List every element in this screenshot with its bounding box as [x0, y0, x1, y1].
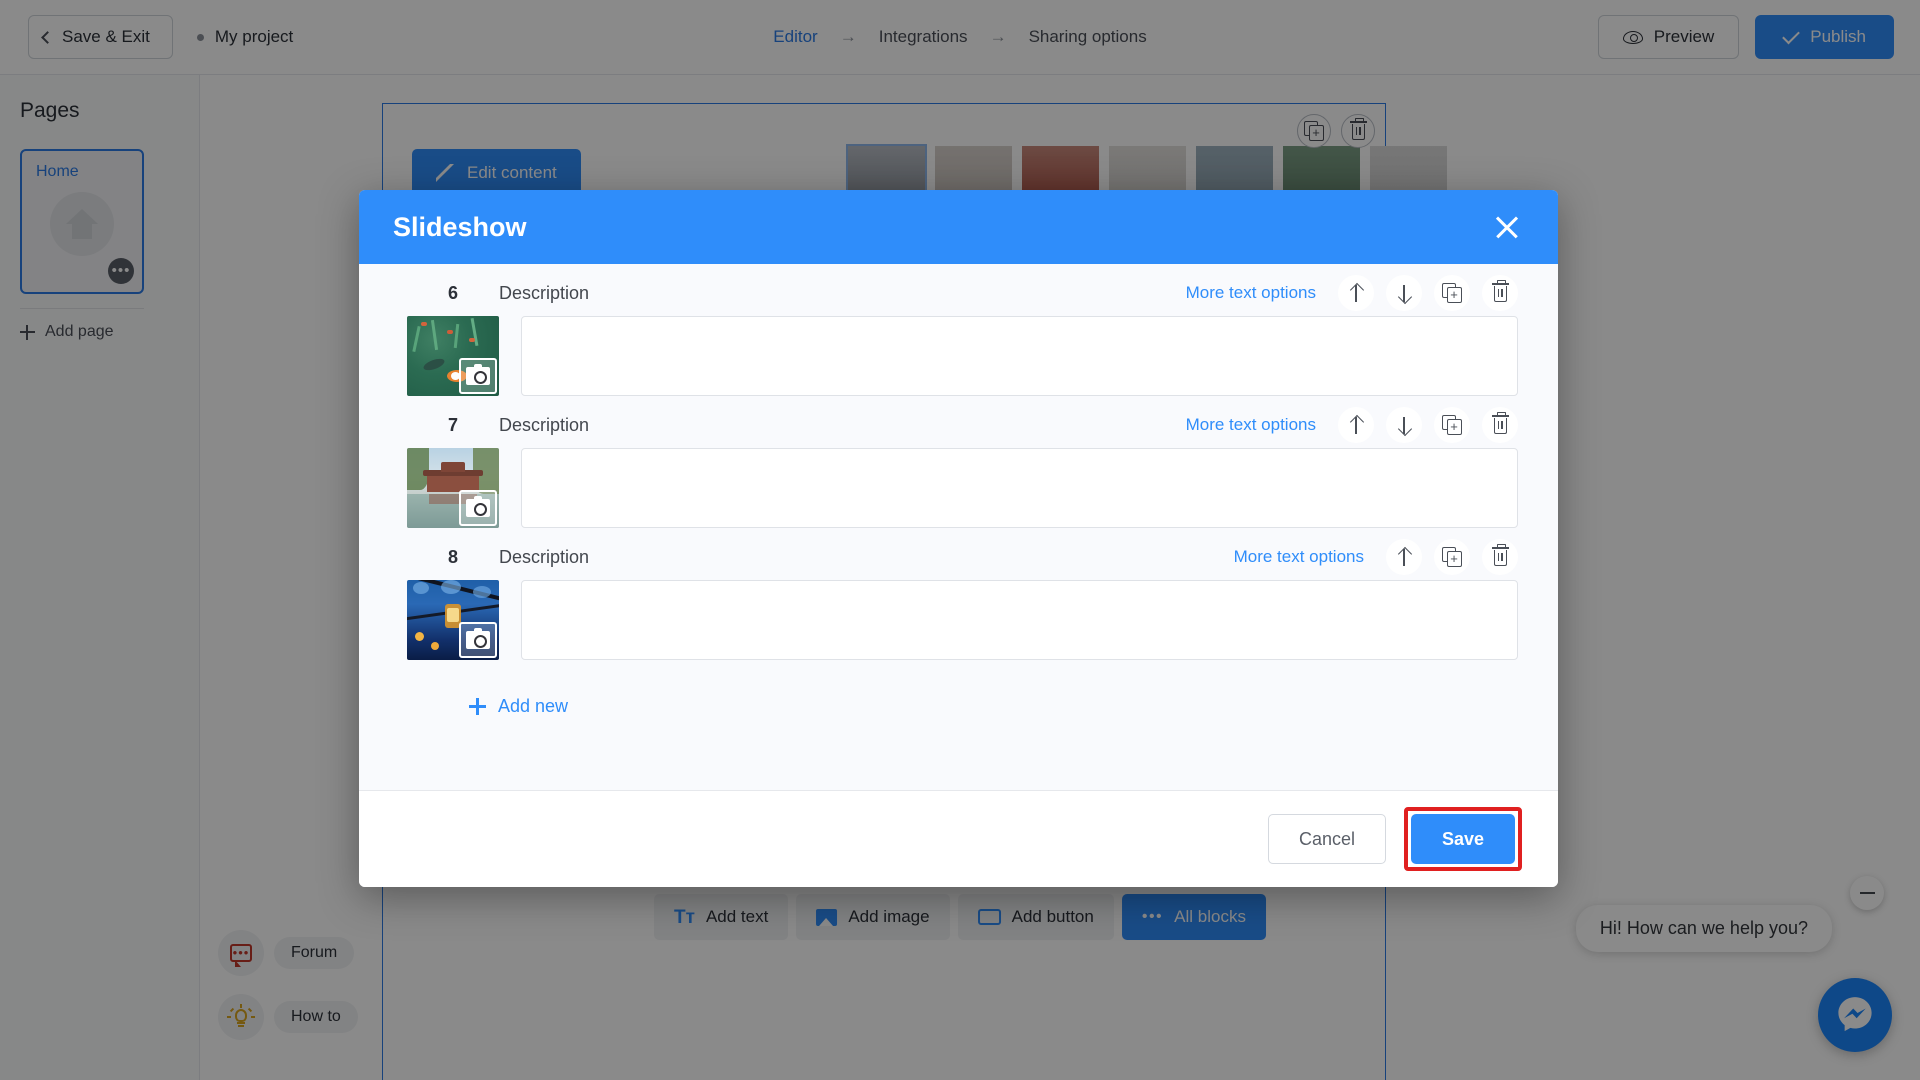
slide-row: 8 Description More text options	[407, 528, 1518, 660]
move-up-button[interactable]	[1386, 539, 1422, 575]
modal-footer: Cancel Save	[359, 790, 1558, 887]
slide-row-content	[407, 316, 1518, 396]
slide-row-header: 7 Description More text options	[407, 407, 1518, 443]
slideshow-modal: Slideshow 6 Description More text option…	[359, 190, 1558, 887]
modal-body[interactable]: 6 Description More text options + 7 Desc…	[359, 264, 1558, 790]
slide-description-input[interactable]	[521, 448, 1518, 528]
delete-slide-button[interactable]	[1482, 407, 1518, 443]
slide-thumbnail-wrap	[407, 316, 499, 396]
slide-thumbnail-wrap	[407, 448, 499, 528]
slide-thumbnail[interactable]	[407, 448, 499, 528]
modal-title: Slideshow	[393, 211, 527, 242]
cancel-button[interactable]: Cancel	[1268, 814, 1386, 864]
arrow-down-icon	[1398, 416, 1411, 434]
move-up-button[interactable]	[1338, 275, 1374, 311]
slide-description-input[interactable]	[521, 580, 1518, 660]
trash-icon	[1491, 280, 1509, 303]
slide-row-actions: More text options	[1234, 539, 1518, 575]
duplicate-icon	[1441, 546, 1463, 568]
slide-number: 7	[447, 414, 458, 435]
slide-row-content	[407, 448, 1518, 528]
slide-row-actions: More text options	[1186, 407, 1518, 443]
plus-icon	[469, 698, 486, 715]
duplicate-icon	[1441, 414, 1463, 436]
duplicate-slide-button[interactable]	[1434, 539, 1470, 575]
camera-icon	[466, 364, 490, 385]
delete-slide-button[interactable]	[1482, 539, 1518, 575]
slide-row-actions: More text options	[1186, 275, 1518, 311]
arrow-up-icon	[1398, 548, 1411, 566]
change-image-button[interactable]	[459, 358, 497, 394]
duplicate-slide-button[interactable]	[1434, 407, 1470, 443]
slide-row: 6 Description More text options	[407, 264, 1518, 396]
save-button[interactable]: Save	[1411, 814, 1515, 864]
slide-row: 7 Description More text options	[407, 396, 1518, 528]
duplicate-icon	[1441, 282, 1463, 304]
trash-icon	[1491, 412, 1509, 435]
slide-thumbnail[interactable]	[407, 316, 499, 396]
description-label: Description	[499, 414, 590, 435]
move-down-button[interactable]	[1386, 407, 1422, 443]
slide-thumbnail-wrap	[407, 580, 499, 660]
change-image-button[interactable]	[459, 622, 497, 658]
arrow-down-icon	[1398, 284, 1411, 302]
more-text-options-link[interactable]: More text options	[1234, 547, 1364, 567]
arrow-up-icon	[1350, 416, 1363, 434]
duplicate-slide-button[interactable]	[1434, 275, 1470, 311]
more-text-options-link[interactable]: More text options	[1186, 415, 1316, 435]
change-image-button[interactable]	[459, 490, 497, 526]
arrow-up-icon	[1350, 284, 1363, 302]
description-label: Description	[499, 546, 590, 567]
modal-header: Slideshow	[359, 190, 1558, 264]
slide-thumbnail[interactable]	[407, 580, 499, 660]
delete-slide-button[interactable]	[1482, 275, 1518, 311]
close-icon[interactable]	[1490, 210, 1524, 244]
slide-row-header: 6 Description More text options	[407, 275, 1518, 311]
camera-icon	[466, 496, 490, 517]
slide-number: 6	[447, 282, 458, 303]
add-new-label: Add new	[498, 696, 569, 716]
trash-icon	[1491, 544, 1509, 567]
move-down-button[interactable]	[1386, 275, 1422, 311]
description-label: Description	[499, 282, 590, 303]
slide-description-input[interactable]	[521, 316, 1518, 396]
slide-number: 8	[447, 546, 458, 567]
slide-row-content	[407, 580, 1518, 660]
save-button-highlight: Save	[1404, 807, 1522, 871]
camera-icon	[466, 628, 490, 649]
add-new-slide-button[interactable]: Add new	[469, 696, 568, 717]
move-up-button[interactable]	[1338, 407, 1374, 443]
more-text-options-link[interactable]: More text options	[1186, 283, 1316, 303]
slide-row-header: 8 Description More text options	[407, 539, 1518, 575]
